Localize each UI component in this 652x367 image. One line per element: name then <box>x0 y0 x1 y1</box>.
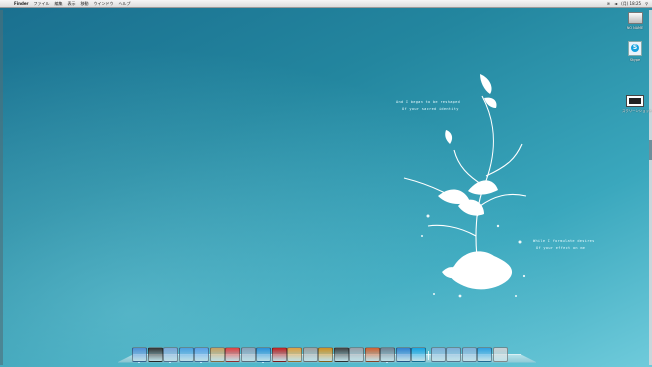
dashboard-icon[interactable] <box>147 347 163 362</box>
dock-running-indicator <box>137 362 140 363</box>
wallpaper-quote-bottom: While I formulate desires Of your effect… <box>533 238 595 252</box>
ical-icon[interactable] <box>225 347 240 362</box>
preview-icon[interactable] <box>240 347 256 362</box>
iphoto-icon[interactable] <box>287 347 302 362</box>
app-store-icon[interactable] <box>395 347 411 362</box>
dock <box>117 345 537 365</box>
mail-icon[interactable] <box>163 347 178 362</box>
garageband-icon[interactable] <box>318 347 333 362</box>
app-store-stack-icon[interactable] <box>477 347 492 362</box>
quote-line: And I began to be reshaped <box>396 100 461 104</box>
menu-edit[interactable]: 編集 <box>55 0 63 7</box>
menu-window[interactable]: ウインドウ <box>94 0 114 7</box>
dock-running-indicator <box>385 362 388 363</box>
dock-running-indicator <box>168 362 171 363</box>
screenshot-file-icon <box>626 95 644 107</box>
photo-booth-icon[interactable] <box>271 347 287 362</box>
desktop-icon-label: Skype <box>629 58 641 62</box>
desktop-icon-skype[interactable]: S Skype <box>622 41 648 62</box>
time-machine-icon[interactable] <box>333 347 349 362</box>
quote-line: Of your effect on me <box>536 246 586 250</box>
desktop-icon-label: NO NAME <box>626 26 644 30</box>
menu-bar: Finder ファイル 編集 表示 移動 ウインドウ ヘルプ ≋ ◄ (月) 1… <box>0 0 652 8</box>
skype-icon: S <box>628 41 642 56</box>
menu-app-finder[interactable]: Finder <box>14 0 29 7</box>
dock-separator <box>427 351 429 360</box>
menu-view[interactable]: 表示 <box>68 0 76 7</box>
menu-help[interactable]: ヘルプ <box>119 0 131 7</box>
menu-go[interactable]: 移動 <box>81 0 89 7</box>
trash-icon[interactable] <box>492 347 508 362</box>
desktop-icon-no-name[interactable]: NO NAME <box>622 12 648 30</box>
itunes-icon[interactable] <box>256 347 271 362</box>
desktop-icon-screenshot[interactable]: スクリーンショット 20...11.22 <box>622 95 652 113</box>
hard-drive-icon <box>627 12 643 24</box>
clock[interactable]: (月) 18:25 <box>621 0 641 7</box>
documents-folder-icon[interactable] <box>446 347 461 362</box>
dock-running-indicator <box>199 362 202 363</box>
downloads-folder-icon[interactable] <box>461 347 477 362</box>
safari-icon[interactable] <box>178 347 194 362</box>
desktop-icon-label: スクリーンショット 20...11.22 <box>622 109 652 113</box>
system-preferences-icon[interactable] <box>349 347 364 362</box>
wifi-icon[interactable]: ≋ <box>607 0 610 7</box>
finder-icon[interactable] <box>132 347 147 362</box>
skype-dock-icon[interactable] <box>411 347 426 362</box>
quote-line: Of your sacred identity <box>402 107 459 111</box>
dock-running-indicator <box>261 362 264 363</box>
desktop-wallpaper <box>0 0 652 367</box>
window-edge-left <box>0 10 3 365</box>
ichat-icon[interactable] <box>194 347 209 362</box>
text-edit-icon[interactable] <box>364 347 380 362</box>
automator-icon[interactable] <box>380 347 395 362</box>
wallpaper-quote-top: And I began to be reshaped Of your sacre… <box>396 99 460 113</box>
menu-file[interactable]: ファイル <box>34 0 50 7</box>
address-book-icon[interactable] <box>209 347 225 362</box>
quote-line: While I formulate desires <box>533 239 595 243</box>
volume-icon[interactable]: ◄ <box>614 0 617 7</box>
spotlight-icon[interactable]: ⚲ <box>645 0 648 7</box>
imovie-icon[interactable] <box>302 347 318 362</box>
applications-folder-icon[interactable] <box>430 347 446 362</box>
